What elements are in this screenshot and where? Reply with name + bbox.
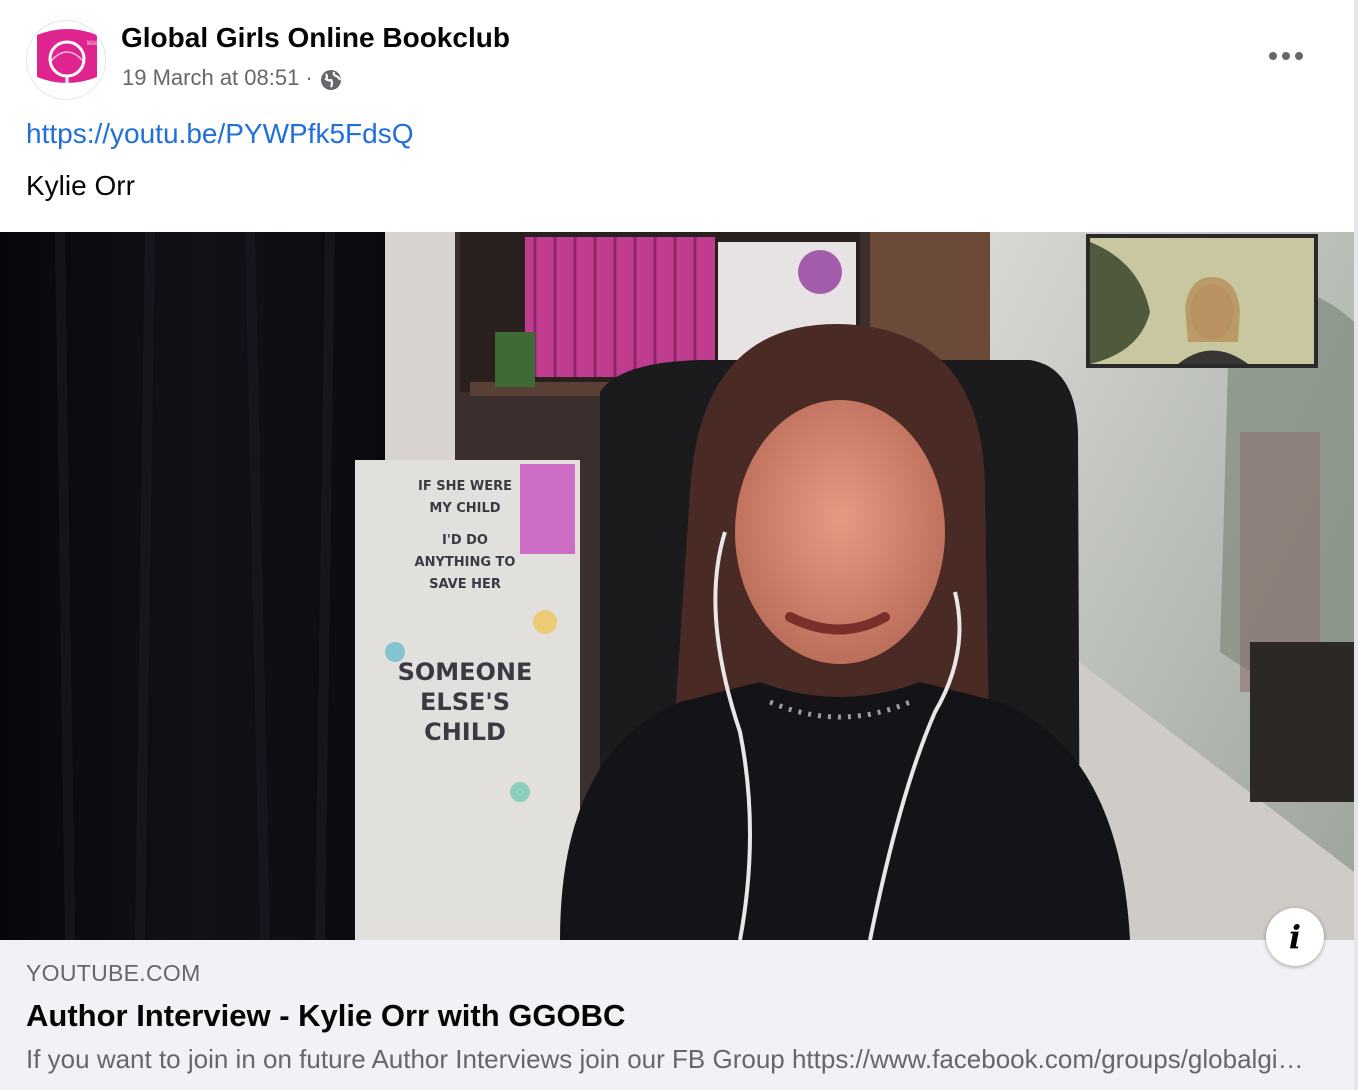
post-meta: 19 March at 08:51 · <box>122 64 343 92</box>
video-thumbnail[interactable]: IF SHE WERE MY CHILD I'D DO ANYTHING TO … <box>0 232 1354 940</box>
meta-separator: · <box>305 65 313 90</box>
bookclub-logo-icon: Global Girls Online Book Club <box>29 23 105 99</box>
video-thumbnail-image: IF SHE WERE MY CHILD I'D DO ANYTHING TO … <box>0 232 1354 940</box>
book-text-line-4: ANYTHING TO <box>415 555 516 570</box>
facebook-post: Global Girls Online Book Club Global Gir… <box>0 0 1358 1090</box>
book-text-line-3: I'D DO <box>442 533 488 548</box>
preview-domain: YOUTUBE.COM <box>26 960 201 986</box>
preview-description: If you want to join in on future Author … <box>26 1044 1306 1074</box>
book-text-line-2: MY CHILD <box>429 501 500 516</box>
book-text-line-1: IF SHE WERE <box>418 479 512 494</box>
info-icon: i <box>1288 918 1302 956</box>
post-timestamp[interactable]: 19 March at 08:51 <box>122 65 299 91</box>
more-options-icon <box>1269 52 1303 60</box>
link-preview[interactable]: YOUTUBE.COM Author Interview - Kylie Orr… <box>0 940 1354 1090</box>
book-title-line-1: SOMEONE <box>398 658 533 686</box>
logo-text: Global Girls Online Book Club <box>87 40 101 47</box>
youtube-link[interactable]: https://youtu.be/PYWPfk5FdsQ <box>26 118 414 150</box>
info-button[interactable]: i <box>1266 908 1324 966</box>
book-text-line-5: SAVE HER <box>429 577 501 592</box>
globe-icon <box>319 68 343 92</box>
post-body-text: Kylie Orr <box>26 170 135 201</box>
book-title-line-3: CHILD <box>424 718 506 746</box>
card-border <box>1354 0 1358 1090</box>
page-name-link[interactable]: Global Girls Online Bookclub <box>121 22 510 54</box>
page-avatar[interactable]: Global Girls Online Book Club <box>26 20 106 100</box>
more-options-button[interactable] <box>1262 36 1310 76</box>
book-title-line-2: ELSE'S <box>420 688 510 716</box>
preview-title: Author Interview - Kylie Orr with GGOBC <box>26 998 626 1033</box>
